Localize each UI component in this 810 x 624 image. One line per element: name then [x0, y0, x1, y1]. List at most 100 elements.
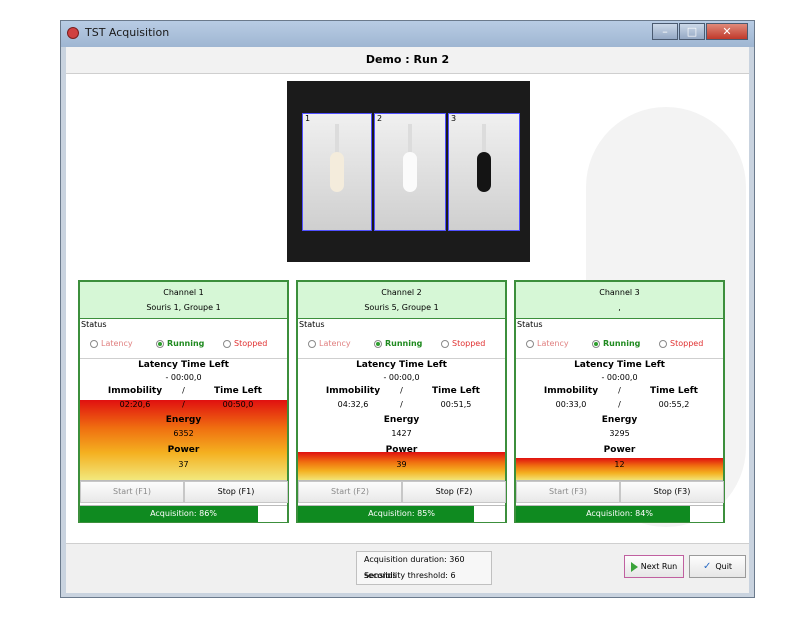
channel-header: Channel 2 Souris 5, Groupe 1 [298, 282, 505, 319]
energy-value: 3295 [609, 429, 630, 438]
stop-button[interactable]: Stop (F2) [402, 481, 506, 503]
energy-label: Energy [601, 415, 638, 425]
acquisition-info: Acquisition duration: 360 seconds Sensib… [356, 551, 492, 585]
timeleft-label: Time Left [650, 386, 698, 396]
acquisition-progress: Acquisition: 86% [80, 505, 287, 522]
radio-icon [526, 339, 534, 348]
cage-1: 1 [302, 113, 372, 231]
power-label: Power [603, 445, 636, 455]
next-run-button[interactable]: Next Run [624, 555, 684, 578]
minimize-button[interactable]: – [652, 23, 678, 40]
run-title: Demo : Run 2 [66, 47, 749, 74]
radio-stopped[interactable]: Stopped [441, 339, 485, 348]
channel-panel-3: Channel 3 , Status Latency Running Stopp… [514, 280, 725, 523]
app-window: TST Acquisition – □ ✕ Demo : Run 2 1 2 3 [60, 20, 755, 598]
radio-icon [592, 339, 600, 348]
channel-header: Channel 1 Souris 1, Groupe 1 [80, 282, 287, 319]
power-value: 37 [178, 460, 189, 469]
cage-label: 3 [451, 114, 457, 123]
latency-title: Latency Time Left [138, 360, 229, 370]
close-button[interactable]: ✕ [706, 23, 748, 40]
window-title: TST Acquisition [85, 26, 170, 39]
energy-label: Energy [383, 415, 420, 425]
radio-running[interactable]: Running [592, 339, 640, 348]
channel-subject: , [618, 303, 621, 312]
latency-value: - 00:00,0 [165, 373, 202, 382]
timeleft-label: Time Left [214, 386, 262, 396]
status-label: Status [81, 320, 107, 329]
energy-value: 6352 [173, 429, 194, 438]
radio-running[interactable]: Running [374, 339, 422, 348]
channel-subject: Souris 1, Groupe 1 [146, 303, 221, 312]
radio-latency[interactable]: Latency [526, 339, 569, 348]
maximize-button[interactable]: □ [679, 23, 705, 40]
control-buttons: Start (F2) Stop (F2) [298, 480, 506, 504]
acquisition-progress: Acquisition: 84% [516, 505, 723, 522]
channel-subject: Souris 5, Groupe 1 [364, 303, 439, 312]
radio-icon [156, 339, 164, 348]
status-radios: Latency Running Stopped [80, 336, 287, 354]
window-controls: – □ ✕ [651, 23, 748, 40]
radio-icon [441, 339, 449, 348]
latency-value: - 00:00,0 [383, 373, 420, 382]
timeleft-value: 00:55,2 [658, 400, 690, 409]
channel-panel-1: Channel 1 Souris 1, Groupe 1 Status Late… [78, 280, 289, 523]
tail-hook [482, 124, 486, 154]
power-label: Power [167, 445, 200, 455]
progress-label: Acquisition: 85% [368, 509, 435, 518]
channel-panel-2: Channel 2 Souris 5, Groupe 1 Status Late… [296, 280, 507, 523]
metrics-area: Latency Time Left - 00:00,0 Immobility /… [516, 358, 723, 481]
status-radios: Latency Running Stopped [516, 336, 723, 354]
radio-icon [223, 339, 231, 348]
app-icon [67, 27, 79, 39]
timeleft-label: Time Left [432, 386, 480, 396]
start-button[interactable]: Start (F3) [516, 481, 620, 503]
timeleft-value: 00:50,0 [222, 400, 254, 409]
stop-button[interactable]: Stop (F3) [620, 481, 724, 503]
channel-header: Channel 3 , [516, 282, 723, 319]
title-bar[interactable]: TST Acquisition – □ ✕ [61, 21, 754, 47]
radio-stopped[interactable]: Stopped [659, 339, 703, 348]
status-label: Status [517, 320, 543, 329]
radio-running[interactable]: Running [156, 339, 204, 348]
latency-title: Latency Time Left [574, 360, 665, 370]
checkmark-icon: ✓ [702, 561, 712, 572]
energy-value: 1427 [391, 429, 412, 438]
start-button[interactable]: Start (F1) [80, 481, 184, 503]
cage-3: 3 [448, 113, 520, 231]
channel-title: Channel 1 [163, 288, 204, 297]
stop-button[interactable]: Stop (F1) [184, 481, 288, 503]
tail-hook [335, 124, 339, 154]
threshold-text: Sensibility threshold: 6 [364, 571, 456, 580]
control-buttons: Start (F3) Stop (F3) [516, 480, 724, 504]
footer-bar: Acquisition duration: 360 seconds Sensib… [66, 543, 749, 593]
duration-text: Acquisition duration: 360 seconds [364, 555, 465, 580]
cage-label: 2 [377, 114, 383, 123]
start-button[interactable]: Start (F2) [298, 481, 402, 503]
acquisition-progress: Acquisition: 85% [298, 505, 505, 522]
arrow-right-icon [630, 561, 638, 572]
radio-icon [659, 339, 667, 348]
latency-value: - 00:00,0 [601, 373, 638, 382]
mouse-image [477, 152, 491, 192]
control-buttons: Start (F1) Stop (F1) [80, 480, 288, 504]
radio-icon [308, 339, 316, 348]
power-value: 12 [614, 460, 625, 469]
radio-icon [90, 339, 98, 348]
tail-hook [408, 124, 412, 154]
progress-label: Acquisition: 84% [586, 509, 653, 518]
radio-stopped[interactable]: Stopped [223, 339, 267, 348]
timeleft-value: 00:51,5 [440, 400, 472, 409]
cage-label: 1 [305, 114, 311, 123]
status-radios: Latency Running Stopped [298, 336, 505, 354]
status-label: Status [299, 320, 325, 329]
quit-button[interactable]: ✓ Quit [689, 555, 746, 578]
radio-latency[interactable]: Latency [90, 339, 133, 348]
progress-label: Acquisition: 86% [150, 509, 217, 518]
channel-title: Channel 2 [381, 288, 422, 297]
camera-view: 1 2 3 [287, 81, 530, 262]
energy-label: Energy [165, 415, 202, 425]
radio-icon [374, 339, 382, 348]
radio-latency[interactable]: Latency [308, 339, 351, 348]
latency-title: Latency Time Left [356, 360, 447, 370]
